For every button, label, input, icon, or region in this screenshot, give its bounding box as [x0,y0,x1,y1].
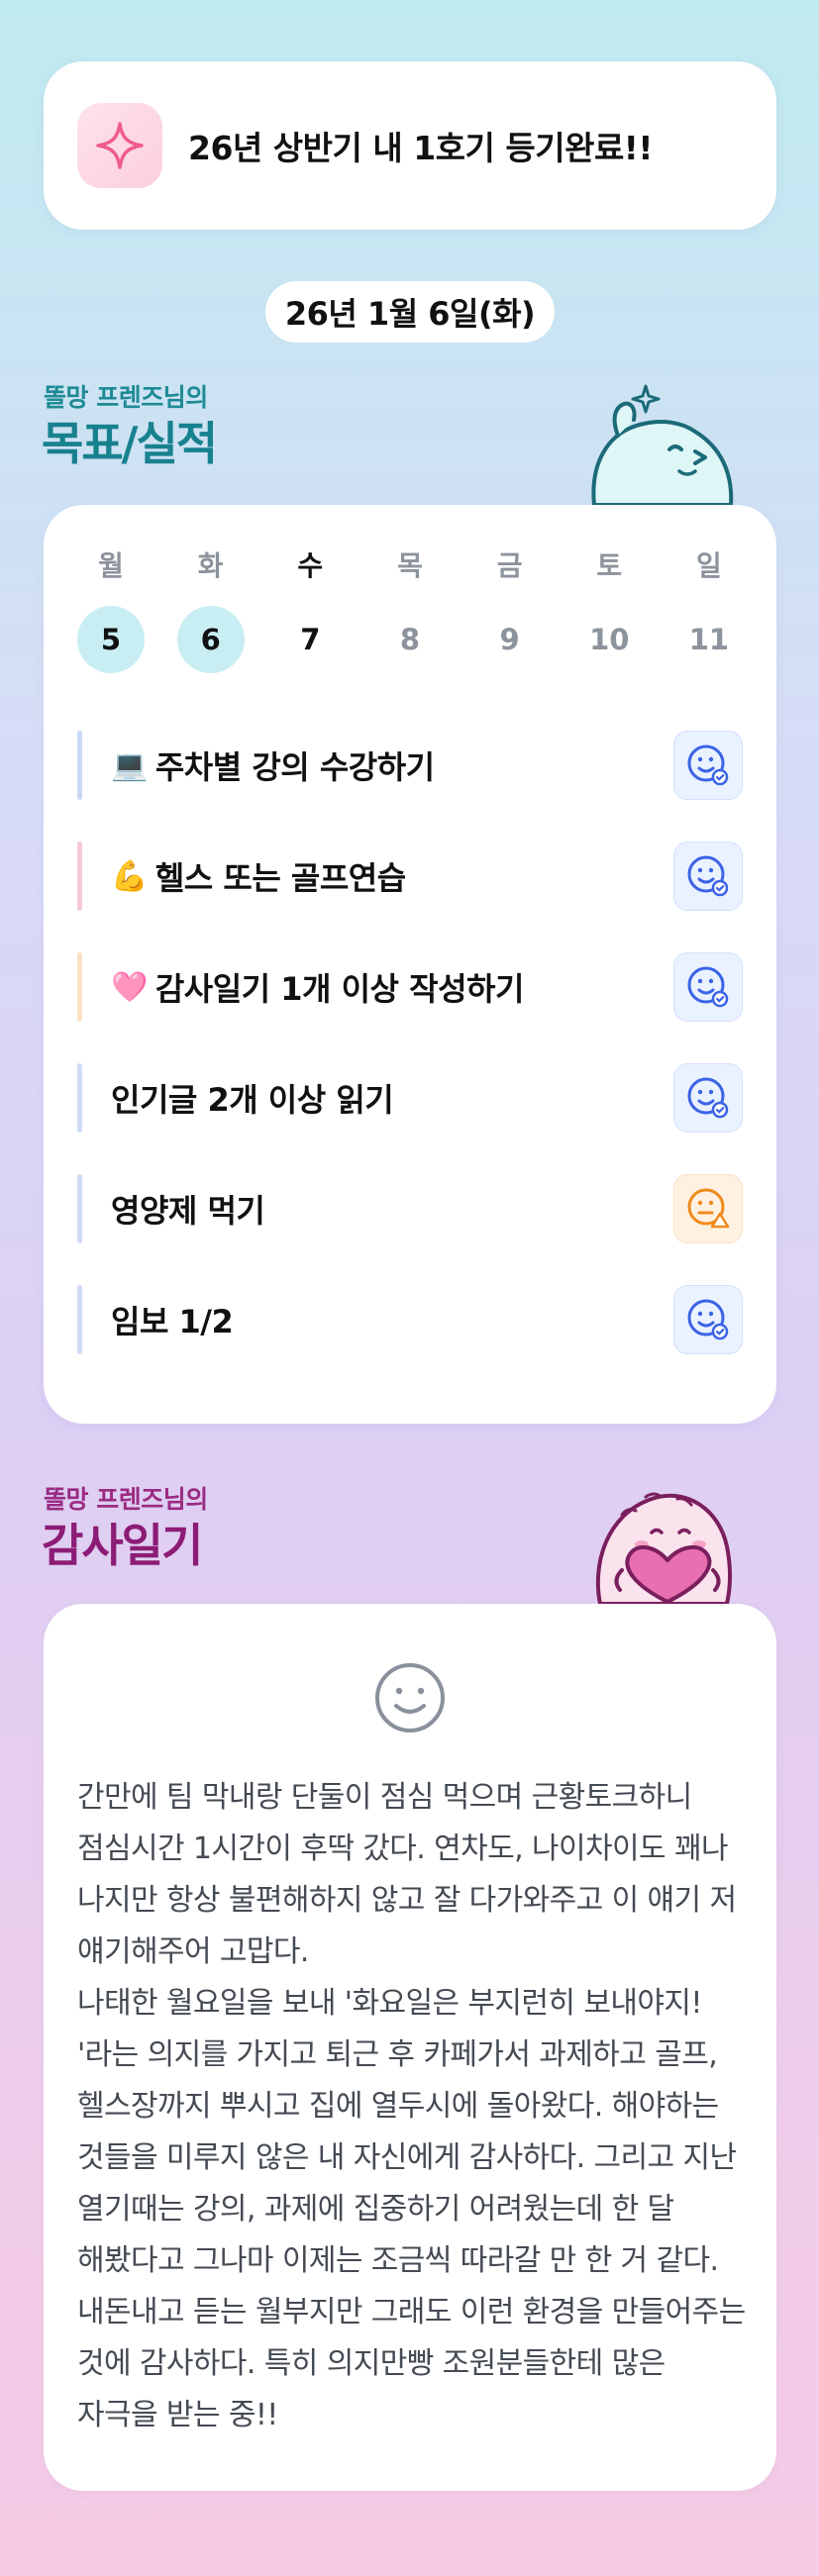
goals-card: 월 화 수 목 금 토 일 5 6 7 8 9 10 11 💻 주차별 강의 수강… [44,505,776,1424]
smile-check-icon[interactable] [673,1063,743,1133]
goal-color-bar [77,1063,82,1133]
goal-label: 감사일기 1개 이상 작성하기 [154,970,525,1008]
smile-check-icon[interactable] [673,952,743,1022]
goal-color-bar [77,1285,82,1354]
goal-label: 인기글 2개 이상 읽기 [111,1081,394,1119]
date-cell[interactable]: 5 [77,606,145,673]
goal-label: 영양제 먹기 [111,1192,265,1230]
announcement-banner[interactable]: 26년 상반기 내 1호기 등기완료!! [44,61,776,230]
goal-color-bar [77,731,82,800]
date-cell[interactable]: 8 [376,606,444,673]
weekday-label: 화 [197,549,224,582]
weekday-label: 목 [397,549,423,582]
goal-color-bar [77,1174,82,1243]
goal-label: 임보 1/2 [111,1303,234,1340]
goal-color-bar [77,842,82,911]
weekday-row: 월 화 수 목 금 토 일 [77,545,743,584]
goal-item[interactable]: 💻 주차별 강의 수강하기 [77,731,743,800]
mascot-waving-icon [584,374,743,507]
weekday-label: 수 [297,549,324,582]
date-cell[interactable]: 11 [675,606,743,673]
gratitude-section-title: 감사일기 [42,1519,203,1572]
goal-item[interactable]: 💪 헬스 또는 골프연습 [77,842,743,911]
gratitude-card: 간만에 팀 막내랑 단둘이 점심 먹으며 근황토크하니 점심시간 1시간이 후딱… [44,1604,776,2491]
date-cell[interactable]: 9 [476,606,544,673]
banner-text: 26년 상반기 내 1호기 등기완료!! [188,129,653,167]
weekday-label: 월 [98,549,124,582]
pink-heart-icon: 🩷 [111,969,148,1005]
goal-label: 주차별 강의 수강하기 [154,748,435,786]
date-cell[interactable]: 10 [575,606,643,673]
current-date[interactable]: 26년 1월 6일(화) [265,281,555,343]
weekday-label: 금 [496,549,523,582]
goals-section-title: 목표/실적 [42,417,218,470]
date-cell[interactable]: 7 [276,606,344,673]
goal-label: 헬스 또는 골프연습 [154,859,406,897]
goal-item[interactable]: 인기글 2개 이상 읽기 [77,1063,743,1133]
goal-item[interactable]: 영양제 먹기 [77,1174,743,1243]
week-calendar: 월 화 수 목 금 토 일 5 6 7 8 9 10 11 [77,545,743,673]
flexed-arm-icon: 💪 [111,858,148,894]
date-row: 5 6 7 8 9 10 11 [77,606,743,673]
laptop-icon: 💻 [111,747,148,783]
gratitude-entry-text: 간만에 팀 막내랑 단둘이 점심 먹으며 근황토크하니 점심시간 1시간이 후딱… [77,1780,746,2432]
date-cell[interactable]: 6 [176,606,245,673]
goal-item[interactable]: 임보 1/2 [77,1285,743,1354]
smile-warning-icon[interactable] [673,1174,743,1243]
mascot-heart-icon [582,1475,747,1606]
goal-item[interactable]: 🩷 감사일기 1개 이상 작성하기 [77,952,743,1022]
weekday-label: 토 [596,549,623,582]
smile-face-icon [373,1661,447,1734]
weekday-label: 일 [696,549,722,582]
smile-check-icon[interactable] [673,1285,743,1354]
smile-check-icon[interactable] [673,731,743,800]
smile-check-icon[interactable] [673,842,743,911]
sparkle-icon [77,103,162,188]
goal-color-bar [77,952,82,1022]
